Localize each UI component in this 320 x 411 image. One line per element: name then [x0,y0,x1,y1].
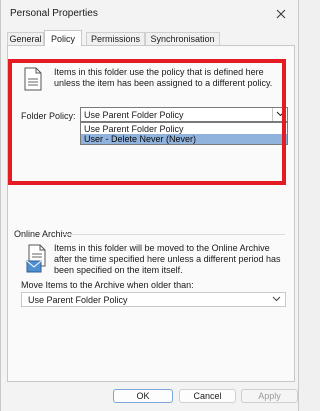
tab-synchronisation[interactable]: Synchronisation [145,32,220,45]
window-title: Personal Properties [10,8,98,19]
tab-general[interactable]: General [7,32,44,45]
close-button[interactable] [272,5,290,23]
move-items-label: Move Items to the Archive when older tha… [21,280,194,290]
archive-document-mail-icon [26,244,50,274]
tab-policy[interactable]: Policy [44,30,82,46]
archive-description: Items in this folder will be moved to th… [54,243,281,275]
title-bar: Personal Properties [1,0,298,30]
highlight-box [8,59,286,185]
close-icon [276,9,286,19]
archive-policy-value: Use Parent Folder Policy [28,295,128,305]
properties-dialog: Personal Properties General Policy Permi… [0,0,299,411]
ok-button[interactable]: OK [113,389,173,403]
cancel-button[interactable]: Cancel [179,389,236,403]
tab-permissions[interactable]: Permissions [86,32,145,45]
chevron-down-icon [272,296,281,302]
archive-policy-select[interactable]: Use Parent Folder Policy [21,292,286,307]
tab-strip: General Policy Permissions Synchronisati… [7,30,297,46]
section-divider [63,234,285,235]
apply-button[interactable]: Apply [241,389,298,403]
